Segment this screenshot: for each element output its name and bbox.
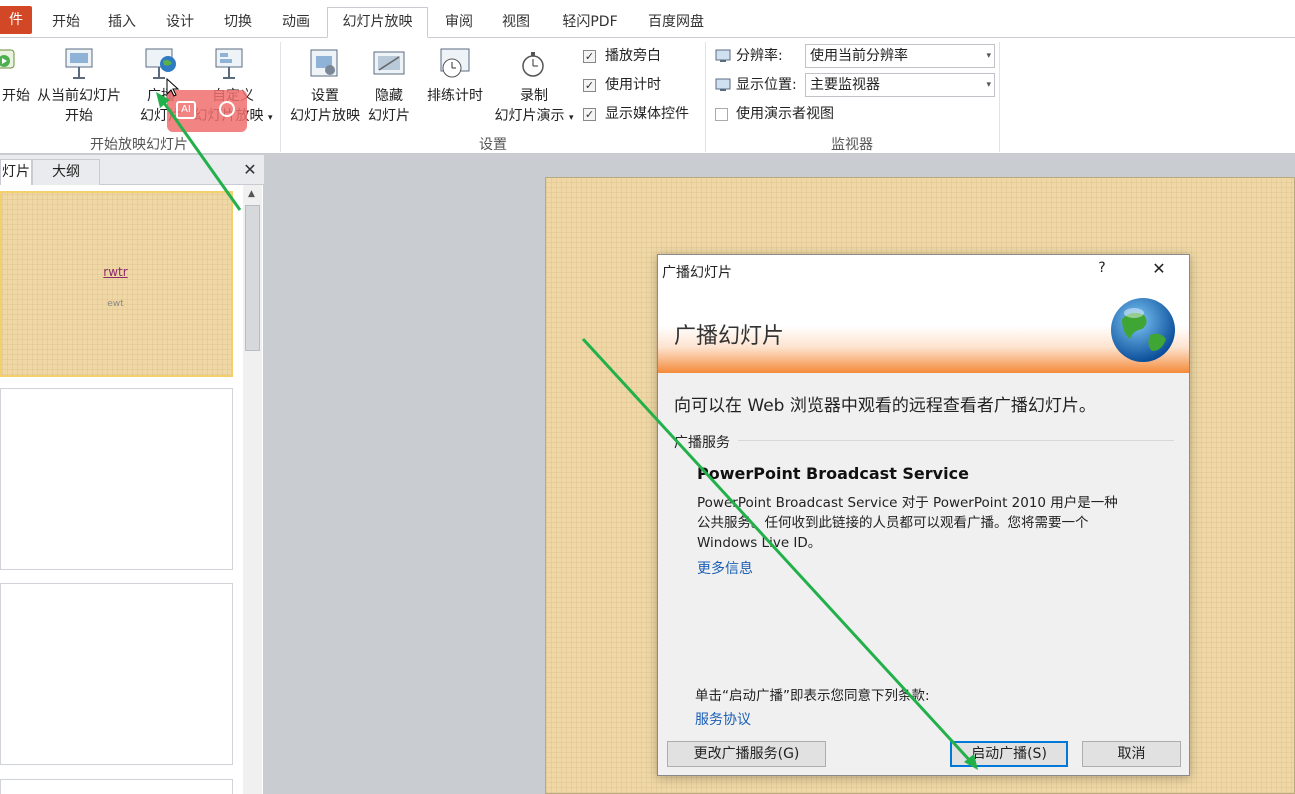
help-icon[interactable]: ? [1088,260,1116,276]
rehearse-clock-icon [440,48,470,78]
pane-scrollbar[interactable]: ▲ [243,185,262,794]
play-narration-label: 播放旁白 [605,48,661,64]
tab-slides[interactable]: 灯片 [0,159,32,185]
group-label-start-slideshow: 开始放映幻灯片 [90,137,188,153]
more-info-link[interactable]: 更多信息 [697,558,753,578]
play-narration-checkbox[interactable]: ✓ [583,50,596,63]
slide-thumbnail[interactable] [0,779,233,794]
tab-file[interactable]: 件 [0,6,32,34]
ribbon-tab-bar: 件 开始 插入 设计 切换 动画 幻灯片放映 审阅 视图 轻闪PDF 百度网盘 [0,0,1295,38]
display-on-label: 显示位置: [736,77,797,93]
start-broadcast-button[interactable]: 启动广播(S) [950,741,1068,767]
ai-badge: AI [176,101,196,119]
broadcast-dialog: 广播幻灯片 ? ✕ 广播幻灯片 向可以在 Web 浏览器中观看的远程查看者广播幻… [657,254,1190,776]
resolution-icon [715,49,731,62]
service-desc-2: 公共服务。任何收到此链接的人员都可以观看广播。您将需要一个 [697,515,1089,531]
globe-icon [1111,298,1175,362]
tab-pdf[interactable]: 轻闪PDF [550,8,630,38]
resolution-label: 分辨率: [736,48,783,64]
use-timings-checkbox[interactable]: ✓ [583,79,596,92]
tab-slideshow[interactable]: 幻灯片放映 [327,7,428,38]
slide-thumbnail[interactable]: rwtr ewt [0,191,233,377]
chevron-down-icon: ▾ [568,113,574,123]
setup-show-icon [310,49,338,77]
terms-text: 单击“启动广播”即表示您同意下列条款: [695,688,930,704]
group-label-monitors: 监视器 [831,137,873,153]
chevron-down-icon: ▾ [267,113,273,123]
thumb-subtitle: ewt [107,299,124,309]
change-service-button[interactable]: 更改广播服务(G) [667,741,826,767]
chevron-down-icon: ▾ [986,51,991,61]
scroll-up-icon[interactable]: ▲ [248,189,255,199]
slide-thumbnail[interactable] [0,583,233,765]
close-icon[interactable]: ✕ [240,159,260,181]
dialog-banner: 广播幻灯片 [658,287,1189,373]
tab-animations[interactable]: 动画 [270,8,322,38]
service-name: PowerPoint Broadcast Service [697,464,969,483]
banner-title: 广播幻灯片 [674,324,785,349]
resolution-select[interactable]: 使用当前分辨率 ▾ [805,44,995,68]
show-media-controls-label: 显示媒体控件 [605,106,689,122]
ribbon: 开始 从当前幻灯片 开始 广播 幻灯片 自定义 幻灯片放映 ▾ AI 开始放映幻… [0,38,1295,154]
slides-pane: 灯片 大纲 ✕ rwtr ewt ▲ [0,155,264,794]
close-icon[interactable]: ✕ [1142,259,1176,278]
use-timings-label: 使用计时 [605,77,661,93]
section-label: 广播服务 [674,435,730,451]
service-desc-3: Windows Live ID。 [697,535,822,551]
hide-slide-icon [373,51,405,75]
broadcast-globe-icon [145,48,176,79]
group-divider [280,42,281,152]
service-desc-1: PowerPoint Broadcast Service 对于 PowerPoi… [697,495,1118,511]
tab-baidu[interactable]: 百度网盘 [636,8,716,38]
play-screen-icon [0,49,15,69]
dialog-titlebar: 广播幻灯片 ? ✕ [658,255,1189,287]
projector-screen-icon [65,48,93,79]
tab-transitions[interactable]: 切换 [212,8,264,38]
tab-outline[interactable]: 大纲 [32,159,100,185]
thumb-title: rwtr [103,265,128,279]
tab-review[interactable]: 审阅 [434,8,484,38]
group-divider [999,42,1000,152]
pane-tabs: 灯片 大纲 ✕ [0,155,264,185]
mouse-cursor-icon [166,78,180,97]
chevron-down-icon: ▾ [986,80,991,90]
dialog-intro: 向可以在 Web 浏览器中观看的远程查看者广播幻灯片。 [674,396,1096,416]
slide-thumbnail[interactable] [0,388,233,570]
display-monitor-icon [715,78,731,91]
service-agreement-link[interactable]: 服务协议 [695,709,751,729]
tab-home[interactable]: 开始 [40,8,92,38]
magnifier-icon [219,101,235,117]
tab-view[interactable]: 视图 [490,8,542,38]
group-label-setup: 设置 [479,137,507,153]
tab-insert[interactable]: 插入 [96,8,148,38]
section-divider [738,440,1174,441]
record-show-label: 幻灯片演示 [494,108,565,124]
scroll-thumb[interactable] [245,205,260,351]
cancel-button[interactable]: 取消 [1082,741,1181,767]
show-media-controls-checkbox[interactable]: ✓ [583,108,596,121]
presenter-view-label: 使用演示者视图 [736,106,834,122]
stopwatch-icon [522,52,544,77]
display-on-select[interactable]: 主要监视器 ▾ [805,73,995,97]
presenter-view-checkbox[interactable] [715,108,728,121]
custom-show-icon [215,48,243,79]
tab-design[interactable]: 设计 [154,8,206,38]
dialog-title: 广播幻灯片 [662,265,732,281]
